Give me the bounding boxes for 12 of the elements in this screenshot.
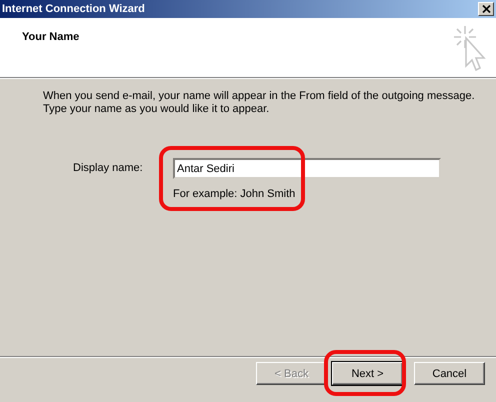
- window-title: Internet Connection Wizard: [2, 3, 145, 15]
- field-label: Display name:: [72, 162, 144, 174]
- example-hint: For example: John Smith: [173, 188, 296, 200]
- page-title: Your Name: [22, 31, 80, 45]
- display-name-field[interactable]: Antar Sediri: [173, 158, 441, 179]
- cancel-button[interactable]: Cancel: [414, 362, 485, 385]
- close-button[interactable]: [478, 2, 494, 16]
- instruction-text: Type your name as you would like it to appear.: [43, 103, 270, 116]
- close-icon: [482, 5, 490, 13]
- cursor-sparkle-icon: [452, 24, 486, 72]
- instruction-text: When you send e-mail, your name will appear in the From field of the outgoing message.: [43, 90, 476, 103]
- next-button[interactable]: Next >: [332, 362, 403, 385]
